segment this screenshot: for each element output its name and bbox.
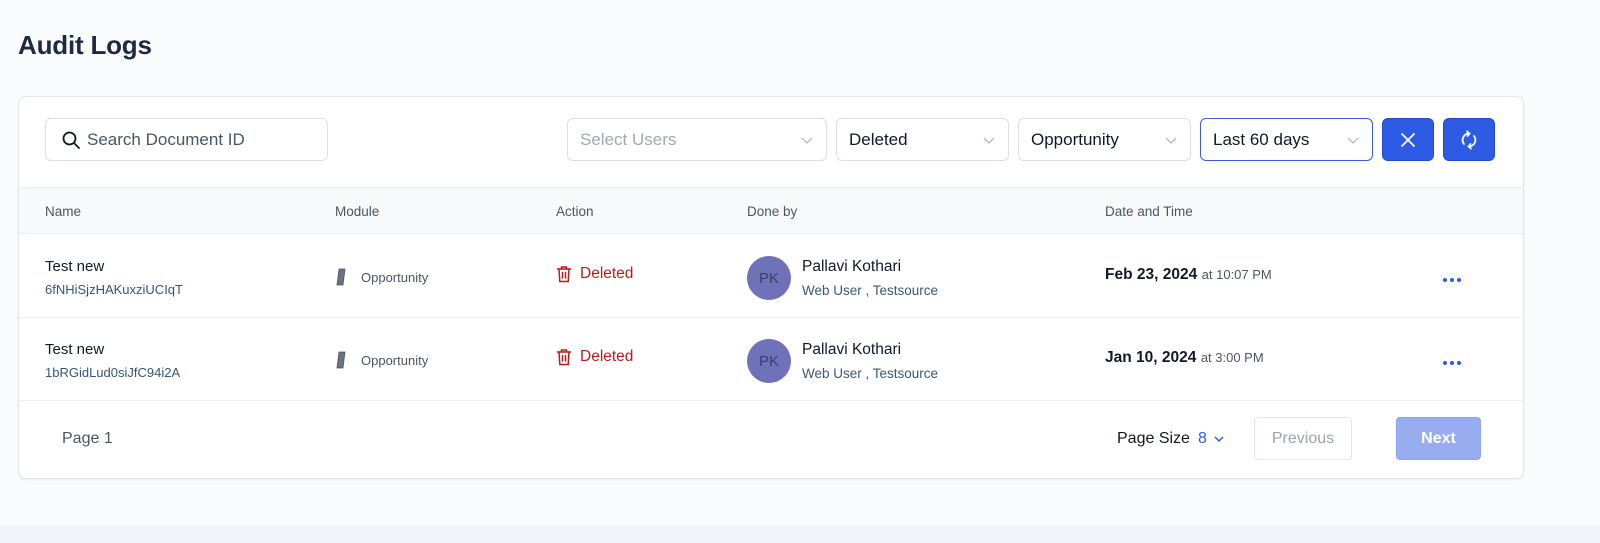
module-cell: Opportunity — [335, 268, 428, 286]
chevron-down-icon — [1165, 137, 1177, 144]
refresh-button[interactable] — [1443, 118, 1495, 161]
page-size-value[interactable]: 8 — [1198, 430, 1207, 448]
date-time-cell: Feb 23, 2024 at 10:07 PM — [1105, 266, 1272, 284]
pagination-footer: Page 1 Page Size 8 Previous Next — [19, 401, 1523, 478]
date-time-cell: Jan 10, 2024 at 3:00 PM — [1105, 349, 1264, 367]
user-name: Pallavi Kothari — [802, 258, 902, 275]
chevron-down-icon — [801, 137, 813, 144]
record-name: Test new — [45, 258, 105, 275]
more-horizontal-icon — [1443, 361, 1461, 365]
trash-icon — [556, 266, 572, 283]
record-name: Test new — [45, 341, 105, 358]
module-filter-dropdown[interactable]: Opportunity — [1018, 118, 1191, 161]
search-document-id-input[interactable] — [87, 129, 307, 150]
clear-filters-button[interactable] — [1382, 118, 1434, 161]
chevron-down-icon — [983, 137, 995, 144]
column-header-name[interactable]: Name — [45, 204, 81, 219]
row-actions-button[interactable] — [1441, 271, 1463, 289]
document-id[interactable]: 6fNHiSjzHAKuxziUCIqT — [45, 282, 183, 297]
avatar: PK — [747, 256, 791, 300]
select-users-placeholder: Select Users — [580, 129, 677, 149]
module-filter-value: Opportunity — [1031, 129, 1119, 149]
page-size-label: Page Size — [1117, 430, 1190, 447]
column-header-done-by[interactable]: Done by — [747, 204, 797, 219]
avatar: PK — [747, 339, 791, 383]
filter-toolbar: Select Users Deleted Opportunity Last 60… — [19, 97, 1523, 187]
date: Jan 10, 2024 — [1105, 349, 1197, 366]
chevron-down-icon — [1347, 137, 1359, 144]
table-header: Name Module Action Done by Date and Time — [19, 187, 1523, 234]
search-box[interactable] — [45, 118, 328, 161]
module-icon — [336, 268, 346, 286]
action-filter-dropdown[interactable]: Deleted — [836, 118, 1009, 161]
row-actions-button[interactable] — [1441, 354, 1463, 372]
more-horizontal-icon — [1443, 278, 1461, 282]
column-header-action[interactable]: Action — [556, 204, 594, 219]
action-cell: Deleted — [556, 348, 633, 366]
module-cell: Opportunity — [335, 351, 428, 369]
module-name: Opportunity — [361, 269, 429, 285]
action-label: Deleted — [580, 265, 634, 282]
close-icon — [1401, 132, 1415, 147]
time: at 3:00 PM — [1200, 350, 1264, 365]
column-header-date-time[interactable]: Date and Time — [1105, 204, 1193, 219]
action-cell: Deleted — [556, 265, 633, 283]
select-users-dropdown[interactable]: Select Users — [567, 118, 827, 161]
next-page-button[interactable]: Next — [1396, 417, 1481, 460]
action-filter-value: Deleted — [849, 129, 908, 149]
trash-icon — [556, 349, 572, 366]
chevron-down-icon — [1214, 436, 1224, 443]
date-range-value: Last 60 days — [1213, 129, 1310, 149]
table-row[interactable]: Test new 1bRGidLud0siJfC94i2A Opportunit… — [19, 318, 1523, 401]
table-row[interactable]: Test new 6fNHiSjzHAKuxziUCIqT Opportunit… — [19, 235, 1523, 318]
module-name: Opportunity — [361, 352, 429, 368]
column-header-module[interactable]: Module — [335, 204, 379, 219]
previous-page-button[interactable]: Previous — [1254, 417, 1352, 460]
audit-logs-card: Select Users Deleted Opportunity Last 60… — [18, 96, 1524, 479]
date: Feb 23, 2024 — [1105, 266, 1198, 283]
date-range-dropdown[interactable]: Last 60 days — [1200, 118, 1373, 161]
page-indicator: Page 1 — [62, 430, 113, 447]
user-name: Pallavi Kothari — [802, 341, 902, 358]
user-source: Web User , Testsource — [802, 283, 939, 298]
user-source: Web User , Testsource — [802, 366, 939, 381]
time: at 10:07 PM — [1201, 267, 1272, 282]
page-size-selector[interactable]: Page Size 8 — [1117, 430, 1225, 448]
action-label: Deleted — [580, 348, 634, 365]
module-icon — [336, 351, 346, 369]
refresh-icon — [1461, 130, 1477, 149]
document-id[interactable]: 1bRGidLud0siJfC94i2A — [45, 365, 180, 380]
page-title: Audit Logs — [18, 30, 152, 60]
bottom-band — [0, 525, 1600, 543]
search-icon — [62, 131, 80, 149]
